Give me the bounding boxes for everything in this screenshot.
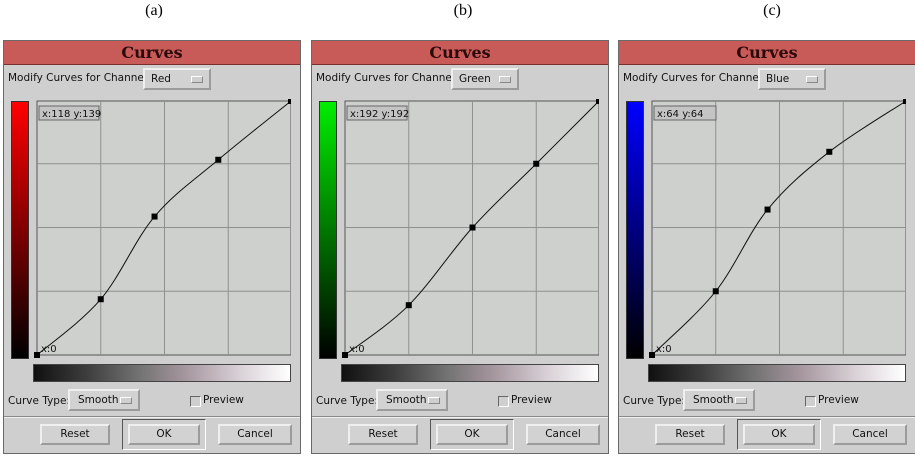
output-gradient-bar — [33, 364, 291, 382]
cancel-button[interactable]: Cancel — [526, 424, 600, 445]
channel-gradient-bar — [11, 101, 29, 359]
curve-type-dropdown[interactable]: Smooth — [683, 389, 755, 411]
coordinate-readout: x:118 y:139 — [42, 109, 101, 120]
curve-control-point[interactable] — [342, 352, 348, 358]
curve-control-point[interactable] — [649, 352, 655, 358]
cancel-button[interactable]: Cancel — [218, 424, 292, 445]
curve-control-point[interactable] — [596, 99, 599, 104]
curves-dialog: Curves Modify Curves for Channel: Blue x:64… — [618, 40, 915, 454]
zero-label: x:0 — [41, 344, 57, 355]
dropdown-indicator-icon — [191, 76, 203, 83]
preview-checkbox[interactable] — [805, 396, 816, 407]
channel-dropdown[interactable]: Green — [451, 68, 519, 90]
cancel-button[interactable]: Cancel — [833, 424, 907, 445]
ok-button[interactable]: OK — [743, 424, 815, 445]
caption-b: (b) — [453, 2, 473, 19]
divider — [619, 416, 915, 418]
curve-control-point[interactable] — [215, 156, 222, 163]
curve-type-label: Curve Type: — [316, 395, 378, 407]
curve-control-point[interactable] — [826, 148, 833, 155]
curve-control-point[interactable] — [533, 160, 540, 167]
channel-gradient-bar — [319, 101, 337, 359]
title-bar[interactable]: Curves — [312, 41, 608, 65]
curve-control-point[interactable] — [469, 224, 476, 231]
reset-button[interactable]: Reset — [348, 424, 418, 445]
curve-type-label: Curve Type: — [8, 395, 70, 407]
curve-type-dropdown[interactable]: Smooth — [68, 389, 140, 411]
curve-control-point[interactable] — [405, 302, 412, 309]
curve-control-point[interactable] — [903, 99, 906, 104]
caption-c: (c) — [763, 2, 781, 19]
dropdown-indicator-icon — [428, 397, 440, 404]
dropdown-indicator-icon — [806, 76, 818, 83]
channel-label: Modify Curves for Channel: — [316, 72, 459, 84]
curve-control-point[interactable] — [712, 288, 719, 295]
curve-control-point[interactable] — [288, 99, 291, 104]
curve-control-point[interactable] — [151, 213, 158, 220]
curve-graph[interactable]: x:118 y:139 x:0 — [33, 99, 291, 359]
channel-value: Green — [459, 73, 491, 85]
curve-control-point[interactable] — [34, 352, 40, 358]
coordinate-readout: x:192 y:192 — [350, 109, 409, 120]
channel-gradient-bar — [626, 101, 644, 359]
curve-type-value: Smooth — [386, 394, 427, 406]
preview-label: Preview — [511, 394, 552, 406]
dropdown-indicator-icon — [120, 397, 132, 404]
curve-graph[interactable]: x:192 y:192 x:0 — [341, 99, 599, 359]
channel-value: Blue — [766, 73, 790, 85]
output-gradient-bar — [648, 364, 906, 382]
reset-button[interactable]: Reset — [655, 424, 725, 445]
curve-type-dropdown[interactable]: Smooth — [376, 389, 448, 411]
channel-dropdown[interactable]: Red — [143, 68, 211, 90]
curves-dialog: Curves Modify Curves for Channel: Green x:1… — [311, 40, 609, 454]
channel-label: Modify Curves for Channel: — [623, 72, 766, 84]
channel-dropdown[interactable]: Blue — [758, 68, 826, 90]
curves-dialog: Curves Modify Curves for Channel: Red x:118… — [3, 40, 301, 454]
preview-label: Preview — [818, 394, 859, 406]
title-bar[interactable]: Curves — [4, 41, 300, 65]
reset-button[interactable]: Reset — [40, 424, 110, 445]
curve-type-value: Smooth — [693, 394, 734, 406]
ok-button[interactable]: OK — [436, 424, 508, 445]
dropdown-indicator-icon — [735, 397, 747, 404]
curve-graph[interactable]: x:64 y:64 x:0 — [648, 99, 906, 359]
channel-value: Red — [151, 73, 171, 85]
preview-checkbox[interactable] — [498, 396, 509, 407]
zero-label: x:0 — [349, 344, 365, 355]
curve-control-point[interactable] — [97, 296, 104, 303]
preview-checkbox[interactable] — [190, 396, 201, 407]
title-bar[interactable]: Curves — [619, 41, 915, 65]
zero-label: x:0 — [656, 344, 672, 355]
curve-control-point[interactable] — [764, 206, 771, 213]
coordinate-readout: x:64 y:64 — [657, 109, 703, 120]
dropdown-indicator-icon — [499, 76, 511, 83]
divider — [4, 416, 300, 418]
ok-button[interactable]: OK — [128, 424, 200, 445]
curve-type-label: Curve Type: — [623, 395, 685, 407]
output-gradient-bar — [341, 364, 599, 382]
curve-type-value: Smooth — [78, 394, 119, 406]
divider — [312, 416, 608, 418]
caption-a: (a) — [145, 2, 163, 19]
channel-label: Modify Curves for Channel: — [8, 72, 151, 84]
preview-label: Preview — [203, 394, 244, 406]
